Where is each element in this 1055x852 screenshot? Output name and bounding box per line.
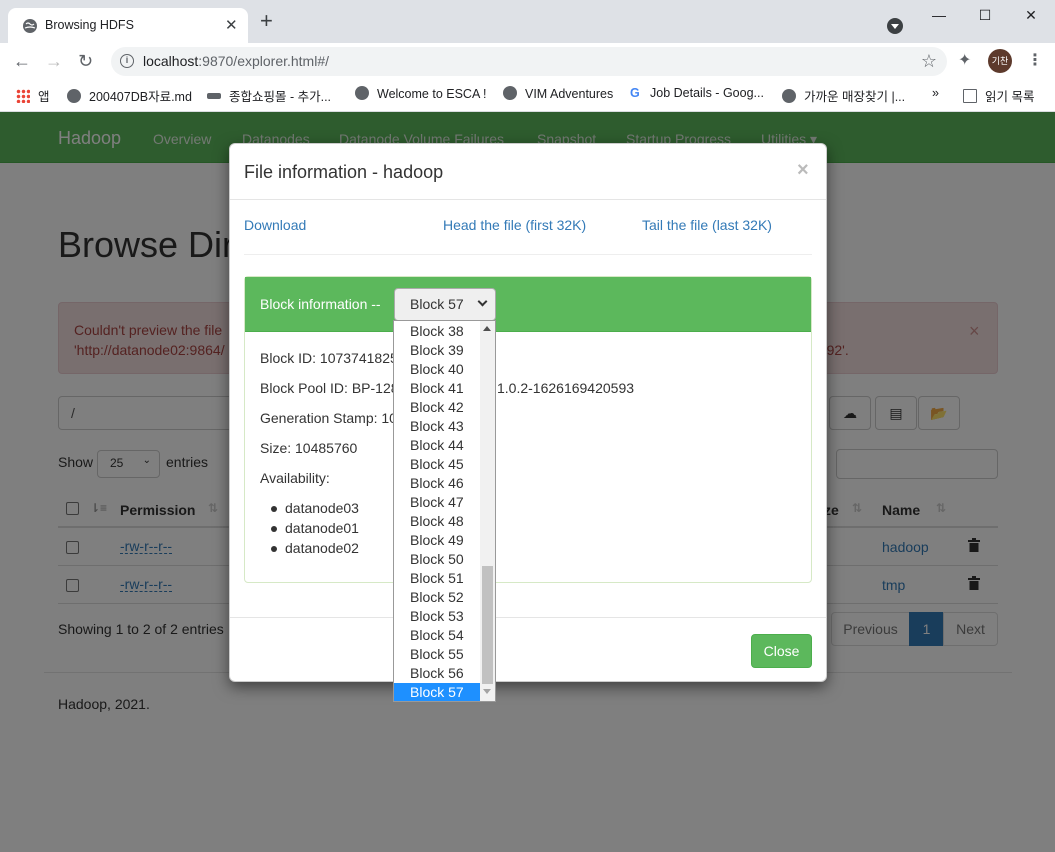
google-icon: G <box>630 86 640 100</box>
menu-dots-icon[interactable]: ⋮ <box>1027 50 1043 70</box>
block-select[interactable]: Block 57 <box>394 288 496 321</box>
window-close-icon[interactable]: ✕ <box>1008 4 1054 28</box>
availability-label: Availability: <box>260 470 330 486</box>
modal-header: File information - hadoop × <box>230 144 826 200</box>
bookmark-item[interactable]: 종합쇼핑몰 - 추가... <box>207 86 331 105</box>
datanode-item: datanode03 <box>271 500 359 516</box>
tab-close-icon[interactable]: ✕ <box>225 16 238 34</box>
dropdown-option[interactable]: Block 43 <box>394 417 480 436</box>
dropdown-option[interactable]: Block 48 <box>394 512 480 531</box>
block-dropdown-list[interactable]: Block 38 Block 39 Block 40 Block 41 Block 42… <box>393 320 496 702</box>
maximize-icon[interactable]: ☐ <box>962 4 1008 28</box>
block-pool-id-end: 1.0.2-1626169420593 <box>497 380 635 396</box>
dropdown-option[interactable]: Block 41 <box>394 379 480 398</box>
globe-icon <box>503 86 517 100</box>
reload-icon[interactable]: ↻ <box>78 51 93 71</box>
scroll-down-icon[interactable] <box>483 689 491 694</box>
bookmarks-bar: 앱 200407DB자료.md 종합쇼핑몰 - 추가... Welcome to… <box>0 80 1055 112</box>
panel-heading: Block information -- Block 57 <box>245 277 811 332</box>
dropdown-option[interactable]: Block 56 <box>394 664 480 683</box>
scroll-up-icon[interactable] <box>483 326 491 331</box>
dropdown-option[interactable]: Block 44 <box>394 436 480 455</box>
file-info-modal: File information - hadoop × Download Hea… <box>229 143 827 682</box>
tab-title: Browsing HDFS <box>45 18 134 32</box>
block-pool-id: Block Pool ID: BP-128 <box>260 380 399 396</box>
tab-search-icon[interactable] <box>887 18 903 34</box>
datanode-item: datanode01 <box>271 520 359 536</box>
head-file-link[interactable]: Head the file (first 32K) <box>443 217 586 233</box>
bookmark-item[interactable]: G Job Details - Goog... <box>630 86 764 100</box>
bookmark-item[interactable]: 가까운 매장찾기 |... <box>782 86 905 105</box>
block-size: Size: 10485760 <box>260 440 358 456</box>
dropdown-option[interactable]: Block 46 <box>394 474 480 493</box>
datanode-item: datanode02 <box>271 540 359 556</box>
browser-tab[interactable]: Browsing HDFS ✕ <box>8 8 248 43</box>
reading-list[interactable]: 읽기 목록 <box>963 86 1034 105</box>
dropdown-option[interactable]: Block 49 <box>394 531 480 550</box>
dropdown-option[interactable]: Block 50 <box>394 550 480 569</box>
bookmark-item[interactable]: 200407DB자료.md <box>67 86 192 105</box>
new-tab-icon[interactable]: + <box>260 10 273 32</box>
browser-tabbar: Browsing HDFS ✕ + — ☐ ✕ <box>0 0 1055 43</box>
scrollbar-thumb[interactable] <box>482 566 493 684</box>
extensions-icon[interactable]: ✦ <box>958 50 971 70</box>
globe-icon <box>23 19 37 33</box>
back-icon[interactable]: ← <box>13 51 31 71</box>
bookmark-icon <box>207 93 221 99</box>
reading-list-icon <box>963 89 977 103</box>
browser-toolbar: ← → ↻ i localhost:9870/explorer.html#/ ☆ <box>0 43 1055 80</box>
dropdown-option[interactable]: Block 39 <box>394 341 480 360</box>
block-info-label: Block information -- <box>260 296 381 312</box>
dropdown-option[interactable]: Block 53 <box>394 607 480 626</box>
url-text: localhost:9870/explorer.html#/ <box>143 53 330 69</box>
dropdown-option[interactable]: Block 38 <box>394 322 480 341</box>
block-id: Block ID: 1073741825 <box>260 350 398 366</box>
dropdown-option[interactable]: Block 45 <box>394 455 480 474</box>
modal-close-icon[interactable]: × <box>797 159 809 182</box>
dropdown-option[interactable]: Block 42 <box>394 398 480 417</box>
block-info-panel: Block information -- Block 57 Block ID: … <box>244 276 812 583</box>
generation-stamp: Generation Stamp: 10 <box>260 410 397 426</box>
minimize-icon[interactable]: — <box>916 4 962 28</box>
dropdown-option[interactable]: Block 40 <box>394 360 480 379</box>
forward-icon[interactable]: → <box>45 51 63 71</box>
download-link[interactable]: Download <box>244 217 306 233</box>
dropdown-option[interactable]: Block 54 <box>394 626 480 645</box>
bookmarks-overflow-icon[interactable]: » <box>932 86 939 100</box>
tail-file-link[interactable]: Tail the file (last 32K) <box>642 217 772 233</box>
divider <box>244 254 812 255</box>
dropdown-option[interactable]: Block 47 <box>394 493 480 512</box>
divider <box>230 617 826 618</box>
dropdown-option[interactable]: Block 57 <box>394 683 480 701</box>
bookmark-item[interactable]: VIM Adventures <box>503 86 613 101</box>
modal-title: File information - hadoop <box>244 162 444 182</box>
globe-icon <box>355 86 369 100</box>
bookmark-star-icon[interactable]: ☆ <box>921 51 937 72</box>
info-icon[interactable]: i <box>120 54 134 68</box>
chevron-down-icon <box>477 296 488 307</box>
globe-icon <box>782 89 796 103</box>
globe-icon <box>67 89 81 103</box>
apps-grid-icon <box>16 89 30 103</box>
bookmark-apps[interactable]: 앱 <box>16 86 50 105</box>
dropdown-option[interactable]: Block 51 <box>394 569 480 588</box>
close-button[interactable]: Close <box>751 634 812 668</box>
dropdown-option[interactable]: Block 55 <box>394 645 480 664</box>
dropdown-option[interactable]: Block 52 <box>394 588 480 607</box>
bookmark-item[interactable]: Welcome to ESCA ! <box>355 86 487 101</box>
avatar[interactable]: 기찬 <box>988 49 1012 73</box>
address-bar[interactable]: i localhost:9870/explorer.html#/ ☆ <box>111 47 947 76</box>
